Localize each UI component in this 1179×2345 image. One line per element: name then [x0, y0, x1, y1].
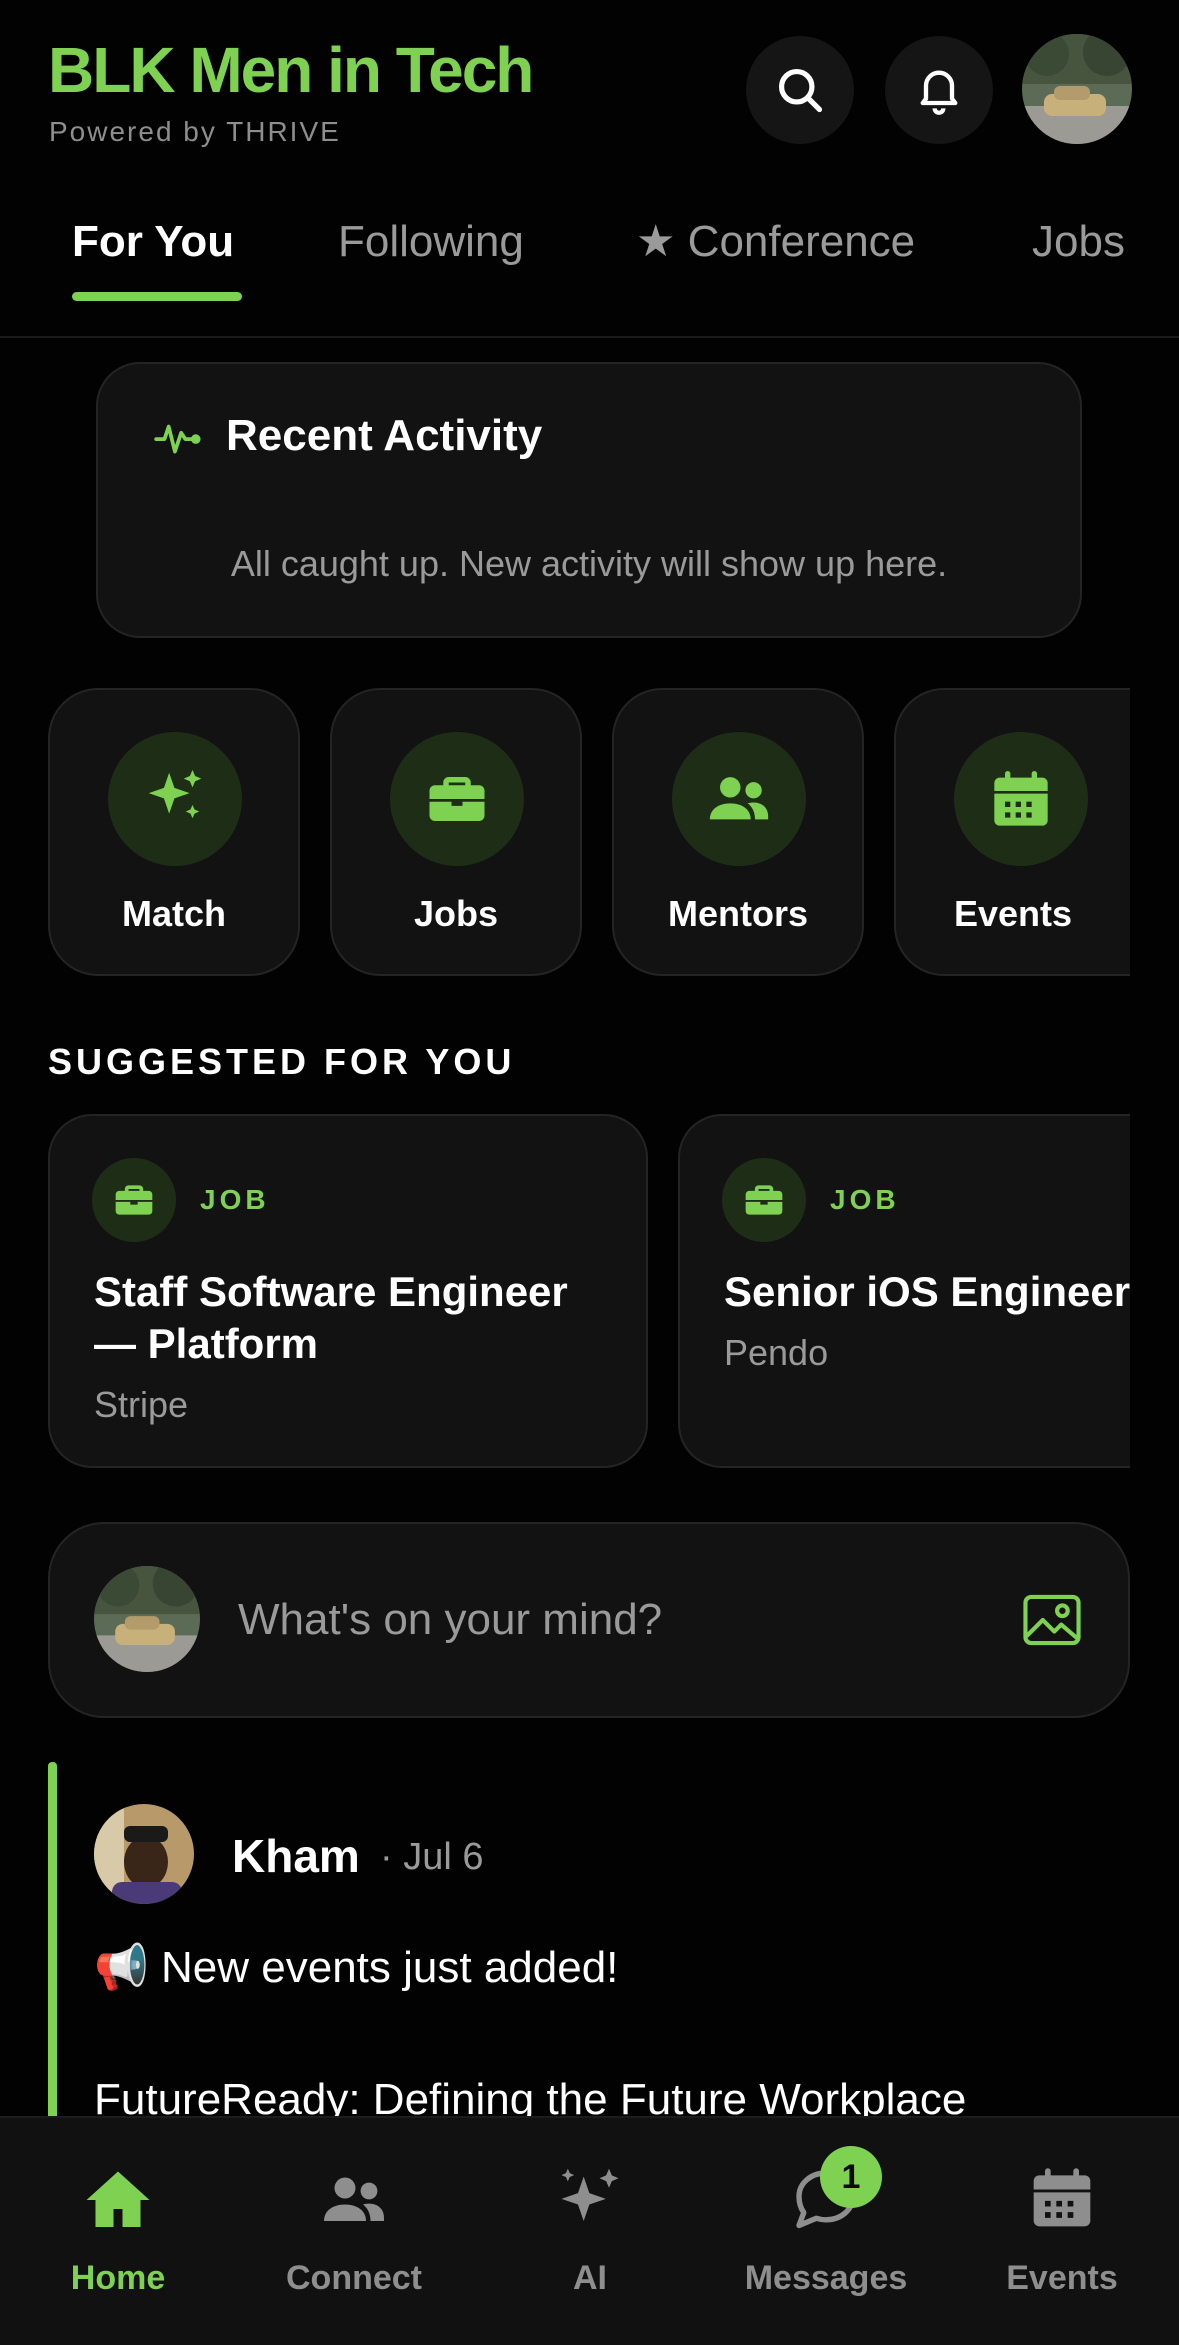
recent-activity-title: Recent Activity: [226, 411, 543, 460]
nav-label: AI: [573, 2259, 607, 2297]
quick-action-label: Jobs: [413, 893, 499, 934]
quick-action-events[interactable]: Events: [894, 688, 1130, 976]
nav-home[interactable]: Home: [0, 2118, 236, 2318]
quick-action-label: Mentors: [667, 893, 808, 934]
quick-action-label: Match: [121, 893, 226, 934]
post-author-name[interactable]: Kham: [232, 1828, 360, 1884]
messages-unread-badge: 1: [820, 2146, 882, 2208]
active-tab-indicator: [72, 292, 242, 301]
people-icon: [672, 732, 806, 866]
nav-label: Home: [70, 2259, 166, 2297]
briefcase-icon: [390, 732, 524, 866]
nav-label: Events: [1006, 2259, 1118, 2297]
search-button[interactable]: [746, 36, 854, 144]
tab-conference[interactable]: ★ Conference: [636, 210, 915, 274]
quick-action-mentors[interactable]: Mentors: [612, 688, 864, 976]
nav-label: Connect: [286, 2259, 422, 2297]
suggested-section-title: SUGGESTED FOR YOU: [48, 1041, 516, 1082]
add-image-button[interactable]: [1022, 1592, 1082, 1653]
image-icon: [1023, 1594, 1081, 1646]
job-company: Pendo: [724, 1332, 829, 1373]
post-date: · Jul 6: [380, 1836, 484, 1878]
calendar-icon: [944, 2164, 1179, 2244]
quick-action-match[interactable]: Match: [48, 688, 300, 976]
app-title: BLK Men in Tech: [48, 34, 534, 106]
nav-label: Messages: [744, 2259, 908, 2297]
sparkles-icon: [472, 2164, 708, 2244]
people-icon: [236, 2164, 472, 2244]
bottom-navigation: Home Connect AI Messages Events: [0, 2116, 1179, 2345]
nav-events[interactable]: Events: [944, 2118, 1179, 2318]
profile-avatar[interactable]: [1022, 34, 1132, 144]
suggested-job-card[interactable]: JOB Staff Software Engineer — Platform S…: [48, 1114, 648, 1468]
tab-following[interactable]: Following: [338, 210, 524, 274]
quick-action-label: Events: [953, 893, 1073, 934]
header-divider: [0, 336, 1179, 338]
briefcase-icon: [92, 1158, 176, 1242]
post-author-avatar[interactable]: [94, 1804, 194, 1904]
composer-avatar: [94, 1566, 200, 1672]
search-icon: [778, 68, 823, 113]
suggested-job-card[interactable]: JOB Senior iOS Engineer Pendo: [678, 1114, 1130, 1468]
post-text-line: 📢 New events just added!: [94, 1943, 619, 1992]
activity-pulse-icon: [154, 424, 201, 454]
recent-activity-card: Recent Activity All caught up. New activ…: [96, 362, 1082, 638]
nav-connect[interactable]: Connect: [236, 2118, 472, 2318]
composer-placeholder[interactable]: What's on your mind?: [238, 1592, 662, 1648]
notifications-button[interactable]: [885, 36, 993, 144]
home-icon: [0, 2164, 236, 2244]
tab-for-you[interactable]: For You: [72, 210, 234, 274]
quick-action-jobs[interactable]: Jobs: [330, 688, 582, 976]
briefcase-icon: [722, 1158, 806, 1242]
job-company: Stripe: [94, 1384, 189, 1425]
job-title: Senior iOS Engineer: [724, 1268, 1130, 1315]
job-tag: JOB: [200, 1184, 270, 1215]
job-tag: JOB: [830, 1184, 900, 1215]
nav-ai[interactable]: AI: [472, 2118, 708, 2318]
job-title: Staff Software Engineer — Platform: [94, 1268, 568, 1367]
sparkles-icon: [108, 732, 242, 866]
bell-icon: [920, 70, 958, 115]
calendar-icon: [954, 732, 1088, 866]
post-accent-bar: [48, 1762, 57, 2122]
app-subtitle: Powered by THRIVE: [49, 116, 341, 147]
tab-jobs[interactable]: Jobs: [1032, 210, 1125, 274]
nav-messages[interactable]: Messages: [708, 2118, 944, 2318]
recent-activity-empty-text: All caught up. New activity will show up…: [230, 543, 948, 584]
